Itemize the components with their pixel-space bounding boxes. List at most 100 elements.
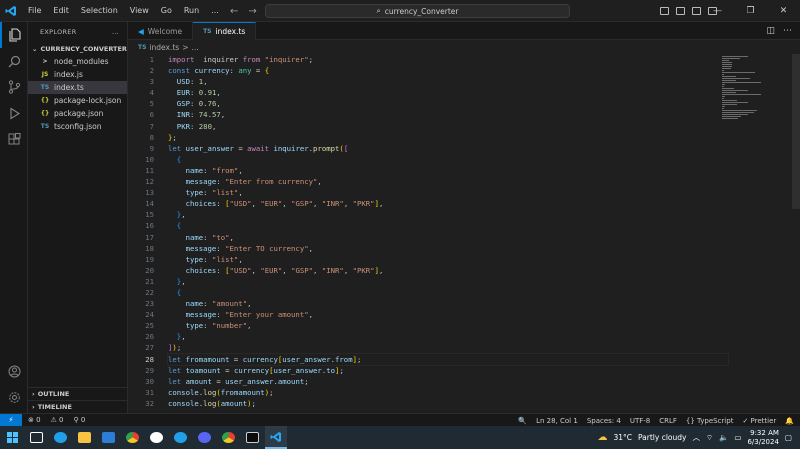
- notifications-bell-icon[interactable]: 🔔: [785, 417, 794, 425]
- forward-arrow-icon[interactable]: →: [248, 6, 256, 17]
- file-explorer-icon[interactable]: [73, 426, 95, 449]
- file-item-package-json[interactable]: {} package.json: [28, 107, 127, 120]
- run-debug-icon[interactable]: [0, 100, 28, 126]
- chevron-up-icon[interactable]: ︿: [692, 432, 700, 443]
- project-folder[interactable]: ⌄ CURRENCY_CONVERTER: [28, 42, 127, 55]
- code-line[interactable]: name: "to",: [168, 232, 728, 243]
- code-line[interactable]: console.log(fromamount);: [168, 387, 728, 398]
- speaker-icon[interactable]: 🔈: [719, 433, 728, 442]
- code-line[interactable]: let fromamount = currency[user_answer.fr…: [167, 352, 729, 366]
- file-item-node-modules[interactable]: > node_modules: [28, 55, 127, 68]
- menu-go[interactable]: Go: [155, 0, 178, 22]
- menu-view[interactable]: View: [124, 0, 155, 22]
- minimap[interactable]: [720, 54, 792, 124]
- store-icon[interactable]: [97, 426, 119, 449]
- code-line[interactable]: message: "Enter from currency",: [168, 176, 728, 187]
- edge-icon[interactable]: [49, 426, 71, 449]
- ports-count[interactable]: ⚲ 0: [74, 416, 86, 424]
- code-line[interactable]: let user_answer = await inquirer.prompt(…: [168, 143, 728, 154]
- command-center-search[interactable]: ⌕ currency_Converter: [265, 4, 570, 18]
- tab-index-ts[interactable]: TS index.ts: [193, 22, 257, 40]
- code-line[interactable]: choices: ["USD", "EUR", "GSP", "INR", "P…: [168, 265, 728, 276]
- clock[interactable]: 9:32 AM 6/3/2024: [747, 429, 778, 447]
- code-line[interactable]: ]);: [168, 342, 728, 353]
- code-line[interactable]: PKR: 280,: [168, 121, 728, 132]
- warnings-count[interactable]: ⚠ 0: [51, 416, 64, 424]
- code-area[interactable]: import inquirer from "inquirer"; const cu…: [167, 54, 729, 409]
- restore-icon[interactable]: ❐: [734, 0, 767, 22]
- breadcrumb-more[interactable]: ...: [191, 43, 198, 52]
- notification-center-icon[interactable]: ▢: [785, 433, 792, 442]
- tab-welcome[interactable]: ◀ Welcome: [128, 22, 194, 40]
- code-line[interactable]: name: "from",: [168, 165, 728, 176]
- toggle-secondary-sidebar-icon[interactable]: [692, 7, 701, 15]
- file-item-index-ts[interactable]: TS index.ts: [28, 81, 127, 94]
- code-line[interactable]: type: "list",: [168, 187, 728, 198]
- code-line[interactable]: let amount = user_answer.amount;: [168, 376, 728, 387]
- code-line[interactable]: name: "amount",: [168, 298, 728, 309]
- github-icon[interactable]: [145, 426, 167, 449]
- weather-desc[interactable]: Partly cloudy: [638, 433, 686, 442]
- edge-dev-icon[interactable]: [169, 426, 191, 449]
- code-line[interactable]: },: [168, 209, 728, 220]
- breadcrumb-file[interactable]: index.ts: [149, 43, 179, 52]
- code-line[interactable]: console.log(amount);: [168, 398, 728, 409]
- timeline-section[interactable]: › TIMELINE: [28, 400, 128, 413]
- search-icon[interactable]: [0, 48, 28, 74]
- code-line[interactable]: import inquirer from "inquirer";: [168, 54, 728, 65]
- chrome-alt-icon[interactable]: [217, 426, 239, 449]
- account-icon[interactable]: [0, 358, 28, 384]
- code-line[interactable]: };: [168, 132, 728, 143]
- code-line[interactable]: {: [168, 220, 728, 231]
- close-icon[interactable]: ✕: [767, 0, 800, 22]
- menu-more[interactable]: ...: [205, 0, 225, 22]
- weather-temp[interactable]: 31°C: [613, 433, 632, 442]
- menu-file[interactable]: File: [22, 0, 47, 22]
- code-line[interactable]: GSP: 0.76,: [168, 98, 728, 109]
- errors-count[interactable]: ⊗ 0: [28, 416, 41, 424]
- weather-icon[interactable]: ☁: [597, 432, 607, 443]
- code-editor[interactable]: 1 2 3 4 5 6 7 8 9 10 11 12 13 14 15 16 17 18 19 20 21 22 23 24 2…: [128, 54, 800, 413]
- indentation[interactable]: Spaces: 4: [587, 417, 621, 425]
- code-line[interactable]: let toamount = currency[user_answer.to];: [168, 365, 728, 376]
- line-ending[interactable]: CRLF: [659, 417, 677, 425]
- remote-indicator[interactable]: ⚡: [0, 413, 22, 427]
- code-line[interactable]: EUR: 0.91,: [168, 87, 728, 98]
- code-line[interactable]: {: [168, 287, 728, 298]
- outline-section[interactable]: › OUTLINE: [28, 387, 128, 400]
- zoom-icon[interactable]: 🔍: [518, 417, 527, 425]
- discord-icon[interactable]: [193, 426, 215, 449]
- vertical-scrollbar[interactable]: [792, 54, 800, 209]
- code-line[interactable]: type: "number",: [168, 320, 728, 331]
- code-line[interactable]: {: [168, 154, 728, 165]
- vscode-taskbar-icon[interactable]: [265, 426, 287, 449]
- code-line[interactable]: INR: 74.57,: [168, 109, 728, 120]
- task-view-icon[interactable]: [25, 426, 47, 449]
- code-line[interactable]: message: "Enter TO currency",: [168, 243, 728, 254]
- code-line[interactable]: message: "Enter your amount",: [168, 309, 728, 320]
- chrome-icon[interactable]: [121, 426, 143, 449]
- code-line[interactable]: const currency: any = {: [168, 65, 728, 76]
- menu-selection[interactable]: Selection: [75, 0, 124, 22]
- code-line[interactable]: choices: ["USD", "EUR", "GSP", "INR", "P…: [168, 198, 728, 209]
- file-item-package-lock-json[interactable]: {} package-lock.json: [28, 94, 127, 107]
- manage-gear-icon[interactable]: [0, 384, 28, 410]
- file-item-index-js[interactable]: JS index.js: [28, 68, 127, 81]
- code-line[interactable]: },: [168, 331, 728, 342]
- more-actions-icon[interactable]: ⋯: [783, 26, 792, 36]
- language-mode[interactable]: {} TypeScript: [686, 417, 734, 425]
- source-control-icon[interactable]: [0, 74, 28, 100]
- back-arrow-icon[interactable]: ←: [230, 6, 238, 17]
- network-icon[interactable]: ⌔: [706, 433, 713, 443]
- explorer-more-actions[interactable]: ...: [112, 28, 119, 36]
- windows-start-icon[interactable]: [1, 426, 23, 449]
- encoding[interactable]: UTF-8: [630, 417, 650, 425]
- code-line[interactable]: type: "list",: [168, 254, 728, 265]
- code-line[interactable]: USD: 1,: [168, 76, 728, 87]
- toggle-primary-sidebar-icon[interactable]: [660, 7, 669, 15]
- explorer-icon[interactable]: [0, 22, 28, 48]
- cursor-position[interactable]: Ln 28, Col 1: [536, 417, 578, 425]
- extensions-icon[interactable]: [0, 126, 28, 152]
- code-line[interactable]: },: [168, 276, 728, 287]
- battery-icon[interactable]: ▭: [734, 433, 741, 442]
